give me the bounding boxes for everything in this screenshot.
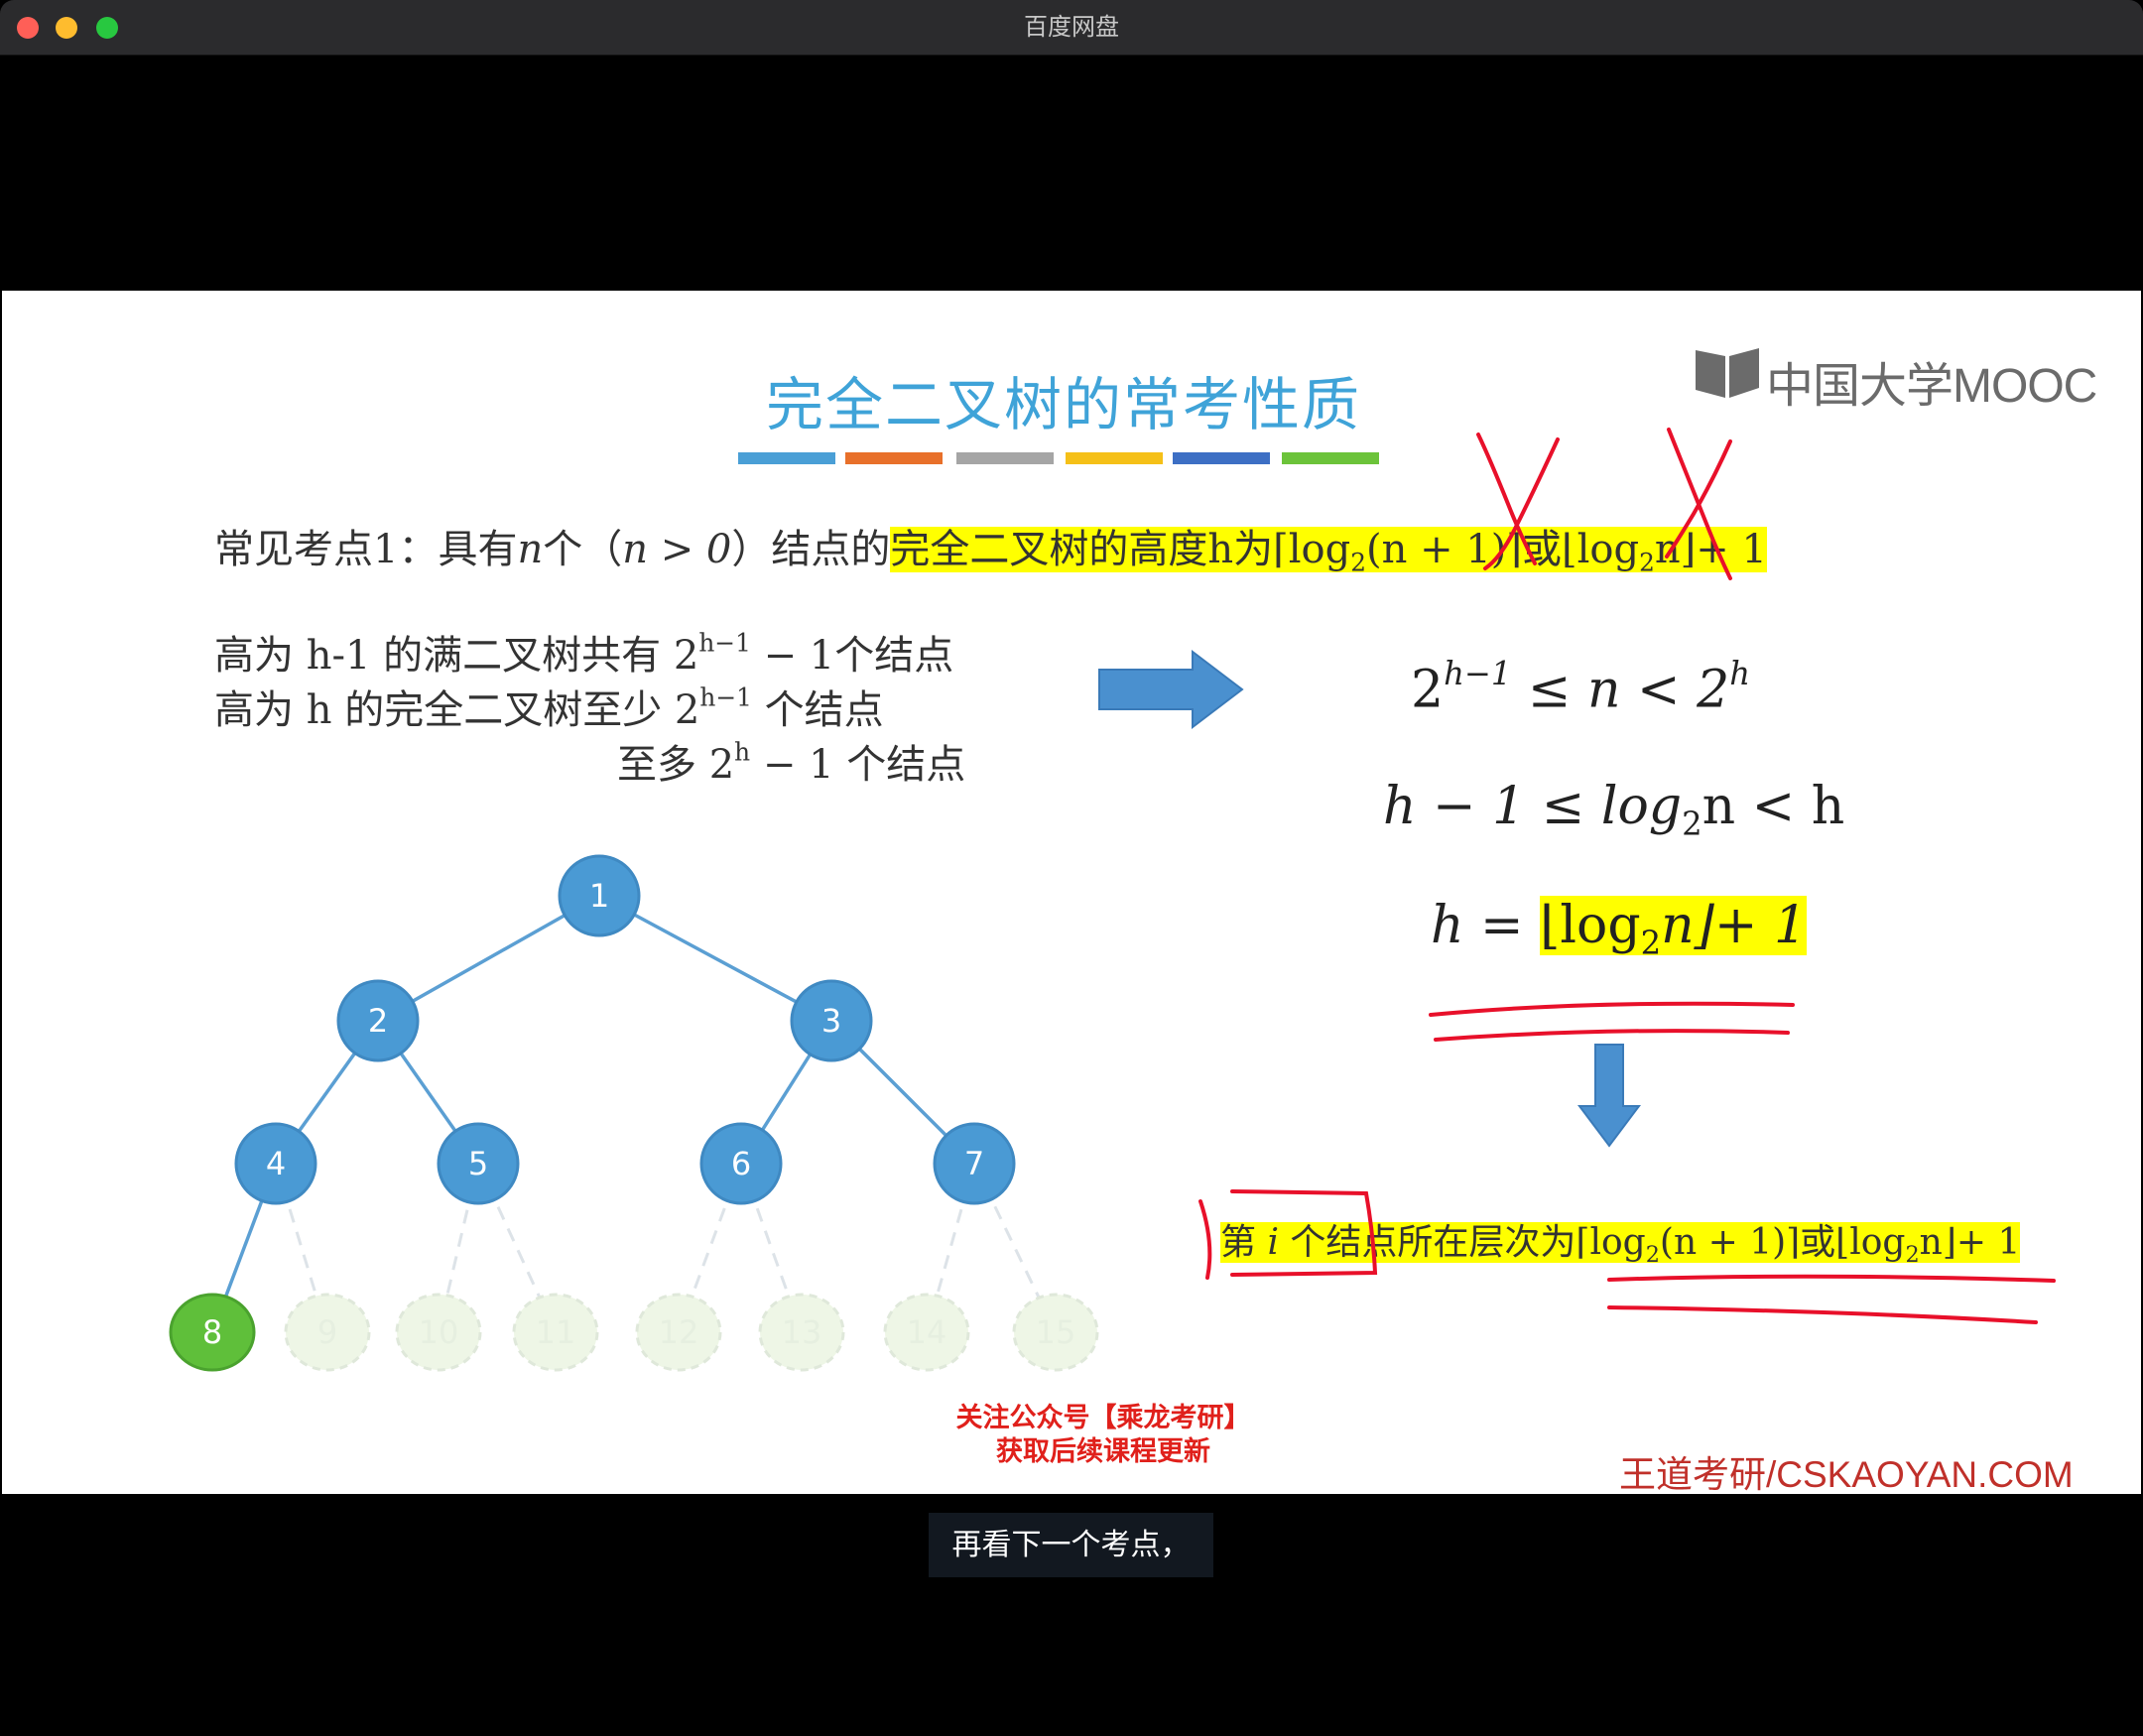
underline-eq-1 [1429,1001,1795,1017]
underline-level-2 [1607,1305,2038,1324]
brand-watermark: 王道考研/CSKAOYAN.COM [1619,1454,2074,1495]
video-caption: 再看下一个考点， [929,1513,1213,1577]
bracket-mark [1198,1199,1212,1280]
promo-text: 关注公众号【乘龙考研】 获取后续课程更新 [925,1402,1282,1469]
promo-line-2: 获取后续课程更新 [996,1436,1210,1467]
app-window: 百度网盘 完全二叉树的常考性质 中国大学MOOC 常见考点1：具有n个（n > … [0,0,2143,1736]
video-slide[interactable]: 完全二叉树的常考性质 中国大学MOOC 常见考点1：具有n个（n > 0）结点的… [2,291,2141,1495]
window-title: 百度网盘 [1024,13,1119,41]
underline-eq-2 [1434,1029,1790,1042]
title-bar: 百度网盘 [0,0,2143,56]
strike-mark-1b [1483,437,1560,570]
pen-annotations [1198,428,2056,1324]
box-mark [1230,1189,1378,1277]
promo-line-1: 关注公众号【乘龙考研】 [955,1403,1251,1433]
underline-level-1 [1607,1274,2056,1283]
